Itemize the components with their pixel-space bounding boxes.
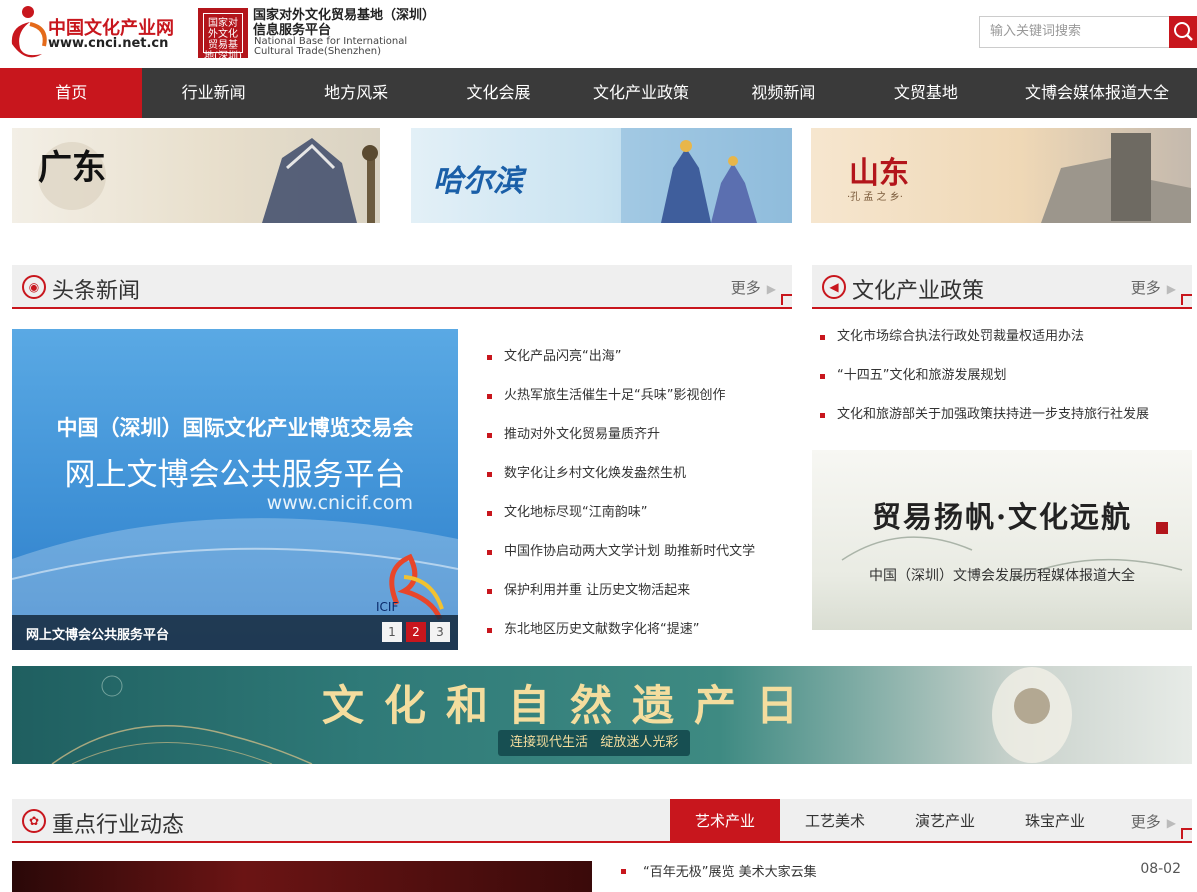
main-nav: 首页 行业新闻 地方风采 文化会展 文化产业政策 视频新闻 文贸基地 文博会媒体… bbox=[0, 68, 1197, 118]
nav-media-reports[interactable]: 文博会媒体报道大全 bbox=[997, 68, 1197, 118]
list-item[interactable]: 推动对外文化贸易量质齐升 bbox=[487, 415, 787, 454]
corner-icon bbox=[1181, 294, 1192, 305]
logo-mark-icon bbox=[11, 6, 47, 58]
rss-icon: ◉ bbox=[22, 275, 46, 299]
headline-slideshow[interactable]: ICIF 中国（深圳）国际文化产业博览交易会 网上文博会公共服务平台 www.c… bbox=[12, 329, 458, 650]
corner-icon bbox=[781, 294, 792, 305]
industry-news-date: 08-02 bbox=[1140, 861, 1181, 877]
slide-pager-1[interactable]: 1 bbox=[382, 622, 402, 642]
trade-banner[interactable]: 贸易扬帆·文化远航 中国（深圳）文博会发展历程媒体报道大全 bbox=[812, 450, 1192, 630]
headline-header: ◉ 头条新闻 更多 ▶ bbox=[12, 265, 792, 309]
slide-url: www.cnicif.com bbox=[266, 492, 413, 514]
policy-list: 文化市场综合执法行政处罚裁量权适用办法 “十四五”文化和旅游发展规划 文化和旅游… bbox=[820, 317, 1190, 434]
banner-harbin-text: 哈尔滨 bbox=[433, 164, 523, 199]
search-icon bbox=[1174, 22, 1193, 41]
search-button[interactable] bbox=[1169, 16, 1197, 48]
trade-title: 贸易扬帆·文化远航 bbox=[871, 500, 1133, 534]
banner-guangdong-text: 广东 bbox=[38, 148, 106, 188]
more-label: 更多 bbox=[730, 279, 761, 297]
list-item[interactable]: 数字化让乡村文化焕发盎然生机 bbox=[487, 454, 787, 493]
site-header: 中国文化产业网 www.cnci.net.cn 国家对外文化贸易基地(深圳) 国… bbox=[0, 0, 1197, 68]
banner-harbin[interactable]: 哈尔滨 bbox=[411, 128, 792, 223]
seal-text: 国家对外文化贸易基地(深圳) bbox=[203, 13, 243, 62]
nav-home[interactable]: 首页 bbox=[0, 68, 143, 118]
base-title-line1: 国家对外文化贸易基地（深圳） bbox=[253, 8, 436, 23]
banner-shandong-text: 山东 bbox=[849, 156, 909, 191]
slide-caption-bar: 网上文博会公共服务平台 1 2 3 bbox=[12, 615, 458, 650]
site-logo[interactable]: 中国文化产业网 www.cnci.net.cn bbox=[8, 4, 178, 62]
list-item[interactable]: 火热军旅生活催生十足“兵味”影视创作 bbox=[487, 376, 787, 415]
heritage-sub-1: 连接现代生活 bbox=[510, 735, 589, 750]
policy-title: 文化产业政策 bbox=[852, 279, 985, 304]
industry-more-link[interactable]: 更多 ▶ bbox=[1131, 811, 1176, 832]
nav-trade-base[interactable]: 文贸基地 bbox=[855, 68, 997, 118]
heritage-sub-2: 绽放迷人光彩 bbox=[600, 735, 679, 750]
industry-photo[interactable] bbox=[12, 861, 592, 892]
headline-news-list: 文化产品闪亮“出海” 火热军旅生活催生十足“兵味”影视创作 推动对外文化贸易量质… bbox=[487, 337, 787, 649]
industry-news-item[interactable]: “百年无极”展览 美术大家云集 08-02 bbox=[621, 861, 1181, 881]
grid-icon: ✿ bbox=[22, 809, 46, 833]
heritage-title: 文化和自然遗产日 bbox=[322, 681, 819, 730]
policy-more-link[interactable]: 更多 ▶ bbox=[1131, 277, 1176, 298]
industry-title: 重点行业动态 bbox=[52, 813, 185, 838]
more-label: 更多 bbox=[1130, 279, 1161, 297]
headline-more-link[interactable]: 更多 ▶ bbox=[731, 277, 776, 298]
slide-pager-2[interactable]: 2 bbox=[406, 622, 426, 642]
heritage-day-banner[interactable]: 文化和自然遗产日 连接现代生活 绽放迷人光彩 bbox=[12, 666, 1192, 764]
industry-news-title: “百年无极”展览 美术大家云集 bbox=[643, 865, 817, 880]
tab-art[interactable]: 艺术产业 bbox=[670, 799, 780, 841]
chevron-right-icon: ▶ bbox=[1166, 816, 1176, 830]
banner-shandong[interactable]: 山东 ·孔 孟 之 乡· bbox=[811, 128, 1191, 223]
trade-subtitle: 中国（深圳）文博会发展历程媒体报道大全 bbox=[869, 568, 1135, 584]
corner-icon bbox=[1181, 828, 1192, 839]
nav-video[interactable]: 视频新闻 bbox=[712, 68, 854, 118]
slide-caption[interactable]: 网上文博会公共服务平台 bbox=[26, 624, 169, 643]
heritage-subtitle: 连接现代生活 绽放迷人光彩 bbox=[498, 730, 691, 756]
industry-tabs: 艺术产业 工艺美术 演艺产业 珠宝产业 bbox=[670, 799, 1110, 841]
base-en-line2: Cultural Trade(Shenzhen) bbox=[254, 46, 381, 57]
banner-shandong-sub: ·孔 孟 之 乡· bbox=[847, 192, 903, 203]
more-label: 更多 bbox=[1130, 813, 1161, 831]
list-item[interactable]: “十四五”文化和旅游发展规划 bbox=[820, 356, 1190, 395]
list-item[interactable]: 保护利用并重 让历史文物活起来 bbox=[487, 571, 787, 610]
list-item[interactable]: 文化和旅游部关于加强政策扶持进一步支持旅行社发展 bbox=[820, 395, 1190, 434]
nav-industry-news[interactable]: 行业新闻 bbox=[142, 68, 284, 118]
chevron-right-icon: ▶ bbox=[1166, 282, 1176, 296]
list-item[interactable]: 文化市场综合执法行政处罚裁量权适用办法 bbox=[820, 317, 1190, 356]
policy-header: ◀ 文化产业政策 更多 ▶ bbox=[812, 265, 1192, 309]
list-item[interactable]: 中国作协启动两大文学计划 助推新时代文学 bbox=[487, 532, 787, 571]
search-input[interactable]: 输入关键词搜索 bbox=[979, 16, 1170, 48]
headline-title: 头条新闻 bbox=[52, 279, 141, 304]
slide-logo-text: ICIF bbox=[376, 600, 398, 614]
speaker-icon: ◀ bbox=[822, 275, 846, 299]
logo-url: www.cnci.net.cn bbox=[48, 36, 169, 51]
trade-boat-icon bbox=[841, 522, 1183, 581]
tab-crafts[interactable]: 工艺美术 bbox=[780, 799, 890, 841]
base-title-en: National Base for International Cultural… bbox=[254, 37, 407, 57]
slide-pager-3[interactable]: 3 bbox=[430, 622, 450, 642]
banner-guangdong[interactable]: 广东 bbox=[12, 128, 380, 223]
nav-local[interactable]: 地方风采 bbox=[285, 68, 427, 118]
nav-policy[interactable]: 文化产业政策 bbox=[570, 68, 712, 118]
list-item[interactable]: 文化产品闪亮“出海” bbox=[487, 337, 787, 376]
tab-performance[interactable]: 演艺产业 bbox=[890, 799, 1000, 841]
slide-line1: 中国（深圳）国际文化产业博览交易会 bbox=[56, 415, 414, 440]
nav-exhibition[interactable]: 文化会展 bbox=[427, 68, 569, 118]
list-item[interactable]: 文化地标尽现“江南韵味” bbox=[487, 493, 787, 532]
bullet-icon bbox=[621, 869, 626, 874]
list-item[interactable]: 东北地区历史文献数字化将“提速” bbox=[487, 610, 787, 649]
tab-jewelry[interactable]: 珠宝产业 bbox=[1000, 799, 1110, 841]
slide-line2: 网上文博会公共服务平台 bbox=[64, 457, 406, 493]
base-seal: 国家对外文化贸易基地(深圳) bbox=[198, 8, 248, 62]
chevron-right-icon: ▶ bbox=[766, 282, 776, 296]
base-title: 国家对外文化贸易基地（深圳） 信息服务平台 bbox=[253, 8, 435, 38]
